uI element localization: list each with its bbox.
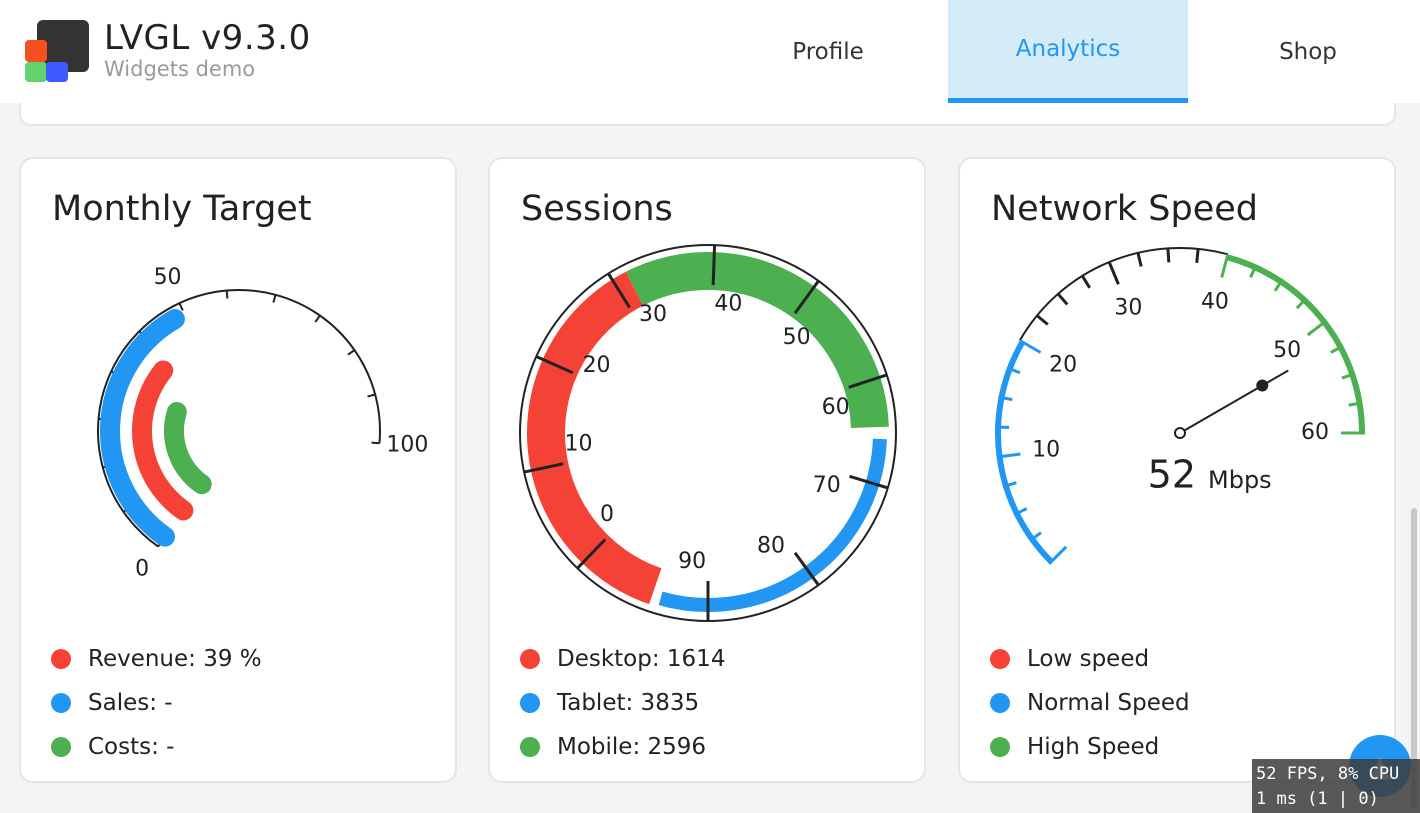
scale-label: 50 <box>783 325 811 350</box>
scale-label: 0 <box>135 556 149 581</box>
scale-label: 20 <box>1049 353 1077 378</box>
legend-item: Desktop: 1614 <box>520 637 725 681</box>
scale-tick <box>371 441 380 445</box>
scale-label: 40 <box>1201 290 1229 315</box>
legend-label: Tablet: 3835 <box>557 690 700 716</box>
scale-tick <box>1195 248 1200 263</box>
network-speed-legend: Low speed Normal Speed High Speed <box>990 637 1190 769</box>
legend-item: Costs: - <box>51 725 262 769</box>
legend-label: Sales: - <box>88 690 173 716</box>
scale-label: 10 <box>564 431 592 456</box>
scale-tick <box>1048 545 1068 565</box>
scale-tick <box>225 290 229 299</box>
legend-label: Desktop: 1614 <box>557 646 726 672</box>
monthly-target-legend: Revenue: 39 % Sales: - Costs: - <box>51 637 262 769</box>
scale-tick <box>314 314 321 323</box>
legend-label: Normal Speed <box>1027 690 1190 716</box>
network-speed-gauge: 10 20 30 40 50 60 52 Mbps <box>995 247 1365 565</box>
needle-knob <box>1256 379 1269 392</box>
scale-tick <box>1220 253 1230 278</box>
scale-tick <box>272 294 277 303</box>
scale-tick <box>1306 319 1328 337</box>
scale-label: 60 <box>822 395 850 420</box>
lvgl-logo <box>25 20 89 82</box>
tab-shop[interactable]: Shop <box>1188 0 1420 103</box>
monthly-target-card: Monthly Target 0 50 100 Revenue: 39 % Sale… <box>19 157 457 783</box>
legend-label: Mobile: 2596 <box>557 734 707 760</box>
legend-item: Normal Speed <box>990 681 1190 725</box>
legend-dot <box>520 737 540 757</box>
scale-tick <box>178 302 184 311</box>
desktop-segment <box>527 271 662 605</box>
scale-label: 20 <box>583 353 611 378</box>
legend-dot <box>990 649 1010 669</box>
needle-pivot <box>1174 427 1186 439</box>
costs-arc <box>164 401 212 495</box>
app-header: LVGL v9.3.0 Widgets demo Profile Analyti… <box>0 0 1420 103</box>
legend-dot <box>990 693 1010 713</box>
scale-label: 80 <box>757 534 785 559</box>
app-title: LVGL v9.3.0 <box>104 18 311 58</box>
scale-tick <box>1056 292 1069 306</box>
scale-tick <box>711 245 717 286</box>
legend-item: Revenue: 39 % <box>51 637 262 681</box>
perf-fps-text: 52 FPS, 8% CPU <box>1256 764 1400 784</box>
legend-item: Tablet: 3835 <box>520 681 725 725</box>
legend-dot <box>990 737 1010 757</box>
needle <box>1179 369 1289 434</box>
scale-label: 10 <box>1032 438 1060 463</box>
scale-label: 90 <box>678 549 706 574</box>
scale-tick <box>347 349 356 356</box>
legend-item: Sales: - <box>51 681 262 725</box>
legend-dot <box>520 649 540 669</box>
scale-label: 30 <box>639 302 667 327</box>
performance-monitor: 52 FPS, 8% CPU 1 ms (1 | 0) <box>1252 759 1420 813</box>
legend-item: Low speed <box>990 637 1190 681</box>
scale-tick <box>1136 252 1143 267</box>
tablet-segment <box>658 438 887 612</box>
legend-dot <box>520 693 540 713</box>
sessions-gauge: 0 10 20 30 40 50 60 70 80 90 <box>519 244 897 622</box>
legend-dot <box>51 693 71 713</box>
legend-dot <box>51 737 71 757</box>
scale-tick <box>367 393 376 398</box>
legend-label: Revenue: 39 % <box>88 646 262 672</box>
speed-value: 52 <box>1148 453 1196 497</box>
app-subtitle: Widgets demo <box>104 57 256 81</box>
sessions-legend: Desktop: 1614 Tablet: 3835 Mobile: 2596 <box>520 637 725 769</box>
sessions-card: Sessions 0 10 20 30 40 50 60 70 80 90 Desktop: 16… <box>488 157 926 783</box>
monthly-target-gauge: 0 50 100 <box>97 265 428 581</box>
legend-dot <box>51 649 71 669</box>
scale-tick <box>1166 248 1171 263</box>
scale-label: 0 <box>600 502 614 527</box>
scale-tick <box>1036 314 1049 326</box>
scale-label: 30 <box>1114 295 1142 320</box>
scale-label: 50 <box>154 265 182 290</box>
tab-analytics[interactable]: Analytics <box>948 0 1188 103</box>
scale-label: 100 <box>386 433 428 458</box>
scale-label: 70 <box>813 473 841 498</box>
scale-tick <box>1081 275 1091 289</box>
speed-unit: Mbps <box>1208 466 1272 494</box>
legend-label: High Speed <box>1027 734 1160 760</box>
scale-label: 50 <box>1273 338 1301 363</box>
scale-label: 60 <box>1301 420 1329 445</box>
legend-label: Low speed <box>1027 646 1150 672</box>
scale-tick <box>1107 261 1120 285</box>
scale-label: 40 <box>714 292 742 317</box>
legend-item: High Speed <box>990 725 1190 769</box>
legend-label: Costs: - <box>88 734 175 760</box>
network-speed-card: Network Speed 10 20 30 40 50 60 52 Mbps Low spe… <box>958 157 1396 783</box>
legend-item: Mobile: 2596 <box>520 725 725 769</box>
perf-time-text: 1 ms (1 | 0) <box>1256 789 1379 809</box>
tab-profile[interactable]: Profile <box>708 0 948 103</box>
